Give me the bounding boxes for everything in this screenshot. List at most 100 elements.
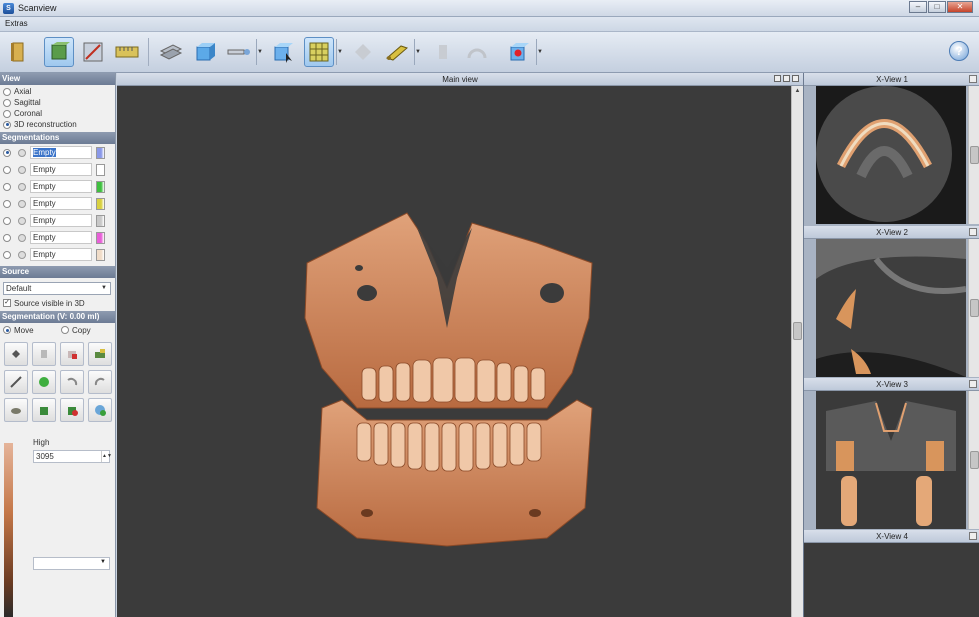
view-option-axial[interactable]: Axial (0, 86, 115, 97)
radio-checked-icon[interactable] (3, 148, 11, 157)
xview-2-image[interactable] (816, 239, 967, 377)
fill-tool-button[interactable] (4, 342, 28, 366)
grow-tool-button[interactable] (32, 398, 56, 422)
redo-tool-button[interactable] (88, 370, 112, 394)
undo-tool-button[interactable] (60, 370, 84, 394)
xview-1-image[interactable] (816, 86, 966, 224)
paint-tool-button[interactable] (88, 342, 112, 366)
radio-icon[interactable] (3, 233, 11, 242)
source-visible-checkbox-row[interactable]: ✓ Source visible in 3D (0, 297, 115, 309)
pin-icon[interactable] (969, 532, 977, 540)
copy-radio[interactable]: Copy (58, 325, 91, 336)
segmentation-name-field[interactable]: Empty (30, 146, 92, 159)
main-view[interactable]: Main view ▲ (117, 73, 803, 617)
smooth-tool-button[interactable] (4, 398, 28, 422)
scroll-up-icon[interactable]: ▲ (793, 87, 802, 96)
xview-3-image[interactable] (816, 391, 966, 529)
record-button[interactable] (504, 37, 534, 67)
probe-dropdown[interactable]: ▼ (256, 39, 263, 65)
open-door-button[interactable] (3, 37, 33, 67)
xview-1[interactable]: X-View 1 (804, 73, 979, 226)
shrink-tool-button[interactable] (60, 398, 84, 422)
ruler-button[interactable] (112, 37, 142, 67)
visibility-icon[interactable] (18, 165, 26, 174)
visibility-icon[interactable] (18, 182, 26, 191)
segmentation-color-swatch[interactable] (96, 180, 105, 193)
eraser-tool-button[interactable] (32, 342, 56, 366)
segmentation-row[interactable]: Empty (0, 246, 115, 263)
pin-icon[interactable] (792, 75, 799, 82)
segmentation-color-swatch[interactable] (96, 146, 105, 159)
delete-tool-button[interactable] (60, 342, 84, 366)
main-view-scrollbar[interactable]: ▲ (791, 86, 803, 617)
spin-arrows-icon[interactable]: ▲▼ (101, 451, 112, 462)
pin-icon[interactable] (969, 228, 977, 236)
visibility-icon[interactable] (18, 216, 26, 225)
visibility-icon[interactable] (18, 148, 26, 157)
xview-4[interactable]: X-View 4 (804, 530, 979, 617)
segmentation-color-swatch[interactable] (96, 231, 105, 244)
3d-skull-reconstruction[interactable] (297, 208, 607, 548)
pencil-tool-button[interactable] (4, 370, 28, 394)
3d-view-button[interactable] (44, 37, 74, 67)
segmentation-color-swatch[interactable] (96, 163, 105, 176)
segmentation-name-field[interactable]: Empty (30, 248, 92, 261)
segmentation-row[interactable]: Empty (0, 212, 115, 229)
move-radio[interactable]: Move (0, 325, 58, 336)
segmentation-color-swatch[interactable] (96, 197, 105, 210)
xview-3[interactable]: X-View 3 (804, 378, 979, 530)
segmentation-name-field[interactable]: Empty (30, 214, 92, 227)
xview-3-scrollbar[interactable] (968, 391, 979, 529)
segmentation-row[interactable]: Empty (0, 161, 115, 178)
close-button[interactable]: ✕ (947, 1, 973, 13)
probe-tool-button[interactable] (224, 37, 254, 67)
segmentation-color-swatch[interactable] (96, 248, 105, 261)
xview-2[interactable]: X-View 2 (804, 226, 979, 378)
brush-dropdown[interactable]: ▼ (414, 39, 421, 65)
segmentation-color-swatch[interactable] (96, 214, 105, 227)
rotate-cube-button[interactable] (190, 37, 220, 67)
preset-select[interactable]: ▼ (33, 557, 110, 570)
scroll-thumb[interactable] (970, 451, 979, 469)
scroll-thumb[interactable] (793, 322, 802, 340)
radio-icon[interactable] (3, 165, 11, 174)
help-button[interactable]: ? (949, 41, 969, 61)
radio-icon[interactable] (3, 182, 11, 191)
radio-icon[interactable] (3, 199, 11, 208)
threshold-gradient-bar[interactable] (4, 443, 13, 617)
measure-angle-button[interactable] (78, 37, 108, 67)
radio-icon[interactable] (3, 216, 11, 225)
segmentation-row[interactable]: Empty (0, 229, 115, 246)
high-value-input[interactable]: 3095 ▲▼ (33, 450, 112, 463)
source-select[interactable]: Default ▼ (3, 282, 111, 295)
segmentation-name-field[interactable]: Empty (30, 163, 92, 176)
segmentation-row[interactable]: Empty (0, 195, 115, 212)
segmentation-row[interactable]: Empty (0, 178, 115, 195)
checkbox-checked-icon[interactable]: ✓ (3, 299, 11, 307)
menu-extras[interactable]: Extras (5, 19, 28, 28)
scroll-thumb[interactable] (970, 299, 979, 317)
minimize-button[interactable]: – (909, 1, 927, 13)
visibility-icon[interactable] (18, 199, 26, 208)
view-option-sagittal[interactable]: Sagittal (0, 97, 115, 108)
segmentation-name-field[interactable]: Empty (30, 231, 92, 244)
record-dropdown[interactable]: ▼ (536, 39, 543, 65)
radio-icon[interactable] (3, 250, 11, 259)
pin-icon[interactable] (969, 380, 977, 388)
scroll-thumb[interactable] (970, 146, 979, 164)
layout-icon[interactable] (774, 75, 781, 82)
view-option-coronal[interactable]: Coronal (0, 108, 115, 119)
visibility-icon[interactable] (18, 233, 26, 242)
brush-tool-button[interactable] (382, 37, 412, 67)
visibility-icon[interactable] (18, 250, 26, 259)
view-option-3d-reconstruction[interactable]: 3D reconstruction (0, 119, 115, 130)
segmentation-name-field[interactable]: Empty (30, 197, 92, 210)
sphere-tool-button[interactable] (32, 370, 56, 394)
grid-button[interactable] (304, 37, 334, 67)
segmentation-row[interactable]: Empty (0, 144, 115, 161)
segmentation-name-field[interactable]: Empty (30, 180, 92, 193)
xview-1-scrollbar[interactable] (968, 86, 979, 224)
select-volume-button[interactable] (268, 37, 298, 67)
xview-2-scrollbar[interactable] (968, 239, 979, 377)
camera-icon[interactable] (783, 75, 790, 82)
